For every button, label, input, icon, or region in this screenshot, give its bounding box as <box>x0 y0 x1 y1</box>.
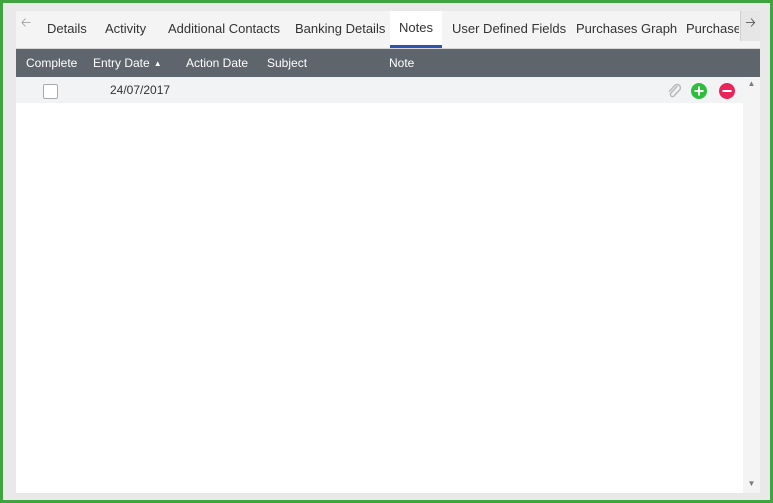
tab-scroll-right-button[interactable]: 🡢 <box>740 11 760 41</box>
sort-ascending-icon: ▲ <box>153 59 162 68</box>
remove-icon[interactable] <box>719 83 735 99</box>
add-icon[interactable] <box>691 83 707 99</box>
arrow-right-icon: 🡢 <box>745 15 756 30</box>
column-header-entry-date[interactable]: Entry Date ▲ <box>93 49 162 77</box>
tab-activity[interactable]: Activity <box>105 11 146 47</box>
tab-purchases-graph[interactable]: Purchases Graph <box>576 11 677 47</box>
tab-user-defined-fields[interactable]: User Defined Fields <box>452 11 566 47</box>
tab-details[interactable]: Details <box>47 11 87 47</box>
window-frame: 🡠 Details Activity Additional Contacts B… <box>0 0 773 503</box>
tab-banking-details[interactable]: Banking Details <box>295 11 385 47</box>
entry-date-cell: 24/07/2017 <box>110 83 171 97</box>
column-header-action-date[interactable]: Action Date <box>186 49 248 77</box>
tab-notes[interactable]: Notes <box>390 11 442 48</box>
arrow-left-icon: 🡠 <box>20 15 32 30</box>
column-header-subject[interactable]: Subject <box>267 49 307 77</box>
scroll-down-icon[interactable]: ▼ <box>743 477 760 491</box>
notes-grid: Complete Entry Date ▲ Action Date Subject… <box>16 49 760 493</box>
tab-bar: 🡠 Details Activity Additional Contacts B… <box>16 11 760 49</box>
column-header-note[interactable]: Note <box>389 49 414 77</box>
tab-additional-contacts[interactable]: Additional Contacts <box>168 11 280 47</box>
column-header-complete[interactable]: Complete <box>26 49 77 77</box>
tab-scroll-left-button[interactable]: 🡠 <box>16 11 36 49</box>
column-header-entry-date-label: Entry Date <box>93 56 150 70</box>
tab-strip: Details Activity Additional Contacts Ban… <box>36 11 739 49</box>
scroll-up-icon[interactable]: ▲ <box>743 77 760 91</box>
complete-checkbox[interactable] <box>43 84 58 99</box>
vertical-scrollbar[interactable]: ▲ ▼ <box>743 77 760 493</box>
grid-header: Complete Entry Date ▲ Action Date Subject… <box>16 49 760 77</box>
attachment-icon[interactable] <box>666 83 682 99</box>
tab-purchase-orders[interactable]: Purchase Orders <box>686 11 739 47</box>
